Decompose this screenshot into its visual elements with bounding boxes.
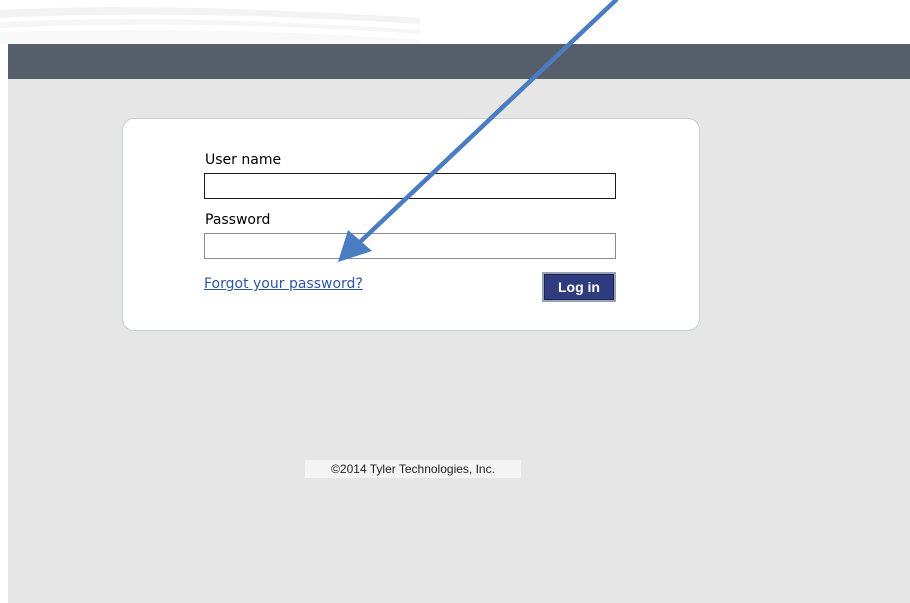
login-page: User name Password Forgot your password?… (0, 0, 910, 603)
password-input[interactable] (204, 233, 616, 259)
banner-swoosh-graphic (0, 7, 420, 44)
footer-copyright: ©2014 Tyler Technologies, Inc. (305, 460, 521, 478)
header-bar (8, 44, 910, 79)
username-input[interactable] (204, 173, 616, 199)
username-label: User name (205, 152, 282, 168)
forgot-password-link[interactable]: Forgot your password? (204, 276, 363, 292)
password-label: Password (205, 212, 271, 228)
top-banner (0, 0, 910, 44)
login-button[interactable]: Log in (542, 272, 616, 302)
